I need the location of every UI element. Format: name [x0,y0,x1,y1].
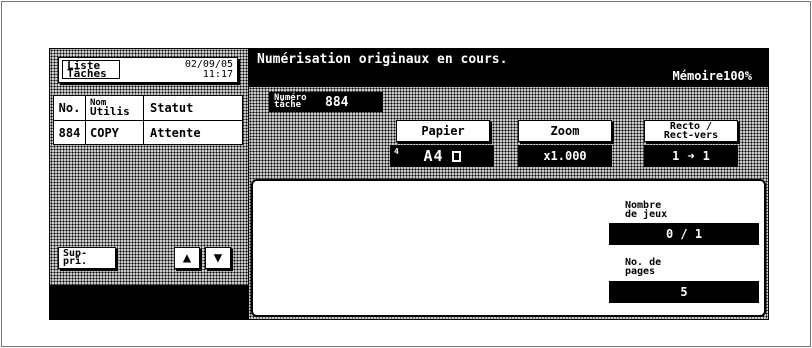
scroll-up-button[interactable]: ▲ [174,247,200,269]
row-no: 884 [54,121,86,145]
job-table: No. Nom Utilis Statut 884 COPY Attente [53,95,243,145]
delete-button[interactable]: Sup- pri. [58,247,116,269]
zoom-value: x1.000 [518,145,612,167]
job-list-label-box: Liste Tâches [62,60,120,79]
time-text: 11:17 [202,69,233,80]
arrow-right-icon: ➜ [687,149,695,163]
arrow-down-icon: ▼ [213,250,223,266]
pages-value: 5 [609,281,759,303]
pages-label-2: pages [625,266,656,277]
duplex-button[interactable]: Recto / Rect-vers [644,120,738,142]
left-footer-bar [50,285,248,319]
sets-label-2: de jeux [625,209,668,220]
job-number-value: 884 [325,95,349,110]
row-user: COPY [86,121,144,145]
job-list-label-2: Tâches [67,67,107,80]
duplex-label-2: Rect-vers [663,130,719,141]
left-panel [50,49,248,319]
paper-button[interactable]: Papier [396,120,490,142]
tray-number: 4 [394,147,399,156]
control-panel-screen: Liste Tâches 02/09/05 11:17 No. Nom Util… [49,48,769,320]
paper-size: A4 [423,147,444,165]
scroll-down-button[interactable]: ▼ [205,247,231,269]
paper-value: 4 A4 [390,145,494,167]
memory-indicator: Mémoire100% [672,69,752,83]
arrow-up-icon: ▲ [182,250,192,266]
message-bar: Numérisation originaux en cours. Mémoire… [249,49,768,87]
duplex-from: 1 [672,149,680,163]
job-number-box: Numéro tâche 884 [269,92,383,112]
col-user-2: Utilis [90,105,130,118]
job-list-button[interactable]: Liste Tâches 02/09/05 11:17 [58,57,238,83]
duplex-to: 1 [702,149,710,163]
sets-value: 0 / 1 [609,223,759,245]
job-number-label-2: tâche [274,100,302,110]
row-status: Attente [150,126,201,140]
col-no: No. [54,96,86,120]
col-status: Statut [150,101,194,115]
status-message: Numérisation originaux en cours. [257,52,508,67]
paper-orientation-icon [451,150,461,162]
zoom-button[interactable]: Zoom [518,120,612,142]
progress-panel: Nombre de jeux 0 / 1 No. de pages 5 [251,179,766,317]
table-row[interactable]: 884 COPY Attente [54,121,242,145]
table-header: No. Nom Utilis Statut [54,96,242,121]
duplex-value: 1 ➜ 1 [644,145,738,167]
delete-label-2: pri. [63,256,88,267]
col-user: Nom Utilis [86,96,144,120]
